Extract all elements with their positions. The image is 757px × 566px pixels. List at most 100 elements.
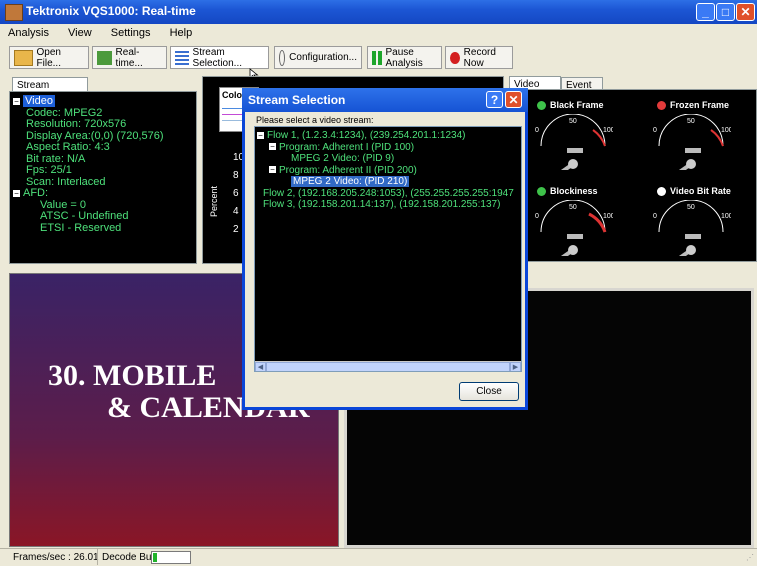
gauge-title: Video Bit Rate (670, 186, 731, 196)
tree-flow3-label: Flow 3, (192.158.201.14:137), (192.158.2… (263, 199, 501, 210)
dialog-close-icon[interactable]: ✕ (505, 91, 522, 108)
stream-selection-label: Stream Selection... (192, 46, 243, 69)
info-afd-atsc: ATSC - Undefined (40, 210, 129, 222)
tree-root-video[interactable]: Video (23, 95, 55, 107)
status-dot-icon (657, 186, 666, 196)
dialog-prompt: Please select a video stream: (256, 115, 374, 125)
realtime-label: Real-time... (115, 46, 143, 69)
gauge-blockiness-label: Blockiness (537, 186, 598, 196)
tree-flow2[interactable]: Flow 2, (192.168.205.248:1053), (255.255… (257, 188, 519, 200)
gauge-max-label: 100 (603, 127, 613, 134)
help-button[interactable]: ? (486, 91, 503, 108)
menu-bar: Analysis View Settings Help (0, 24, 757, 42)
gauge-min-label: 0 (653, 213, 657, 220)
gauge-mid-label: 50 (687, 204, 695, 211)
title-bar: Tektronix VQS1000: Real-time _ □ ✕ (0, 0, 757, 24)
collapse-icon[interactable]: − (257, 131, 264, 139)
tree-video2-label-selected: MPEG 2 Video: (PID 210) (291, 176, 410, 187)
folder-icon (14, 49, 33, 66)
record-now-button[interactable]: Record Now (445, 46, 513, 69)
pause-label: Pause Analysis (385, 46, 423, 69)
stream-selection-dialog: Stream Selection ? ✕ Please select a vid… (242, 88, 528, 410)
horizontal-scrollbar[interactable]: ◀ ▶ (255, 361, 521, 371)
gauge-blockiness: 50 100 0 (535, 200, 613, 256)
info-afd-etsi: ETSI - Reserved (40, 221, 122, 234)
tree-program1-label: Program: Adherent I (PID 100) (279, 141, 415, 153)
open-file-label: Open File... (36, 46, 61, 69)
info-afd[interactable]: AFD: (23, 187, 48, 199)
info-aspect-ratio: Aspect Ratio: 4:3 (26, 141, 110, 153)
maximize-button[interactable]: □ (716, 3, 735, 21)
gauge-video-bit-rate: 50 100 0 (653, 200, 731, 256)
color-legend-label: Colo (222, 90, 242, 100)
decode-buffer-meter (151, 551, 191, 564)
decode-buffer-fill (153, 553, 157, 562)
status-dot-icon (537, 100, 546, 110)
open-file-button[interactable]: Open File... (9, 46, 89, 69)
tree-video1[interactable]: MPEG 2 Video: (PID 9) (257, 153, 519, 165)
collapse-icon[interactable]: − (13, 97, 20, 105)
tree-video1-label: MPEG 2 Video: (PID 9) (291, 153, 395, 164)
scroll-left-icon[interactable]: ◀ (255, 362, 266, 371)
gauge-min-label: 0 (653, 127, 657, 134)
gauge-mid-label: 50 (687, 118, 695, 125)
dialog-title: Stream Selection (248, 93, 346, 107)
record-label: Record Now (463, 46, 496, 69)
gauge-mid-label: 50 (569, 118, 577, 125)
status-dot-icon (657, 100, 666, 110)
menu-settings[interactable]: Settings (103, 24, 159, 39)
collapse-icon[interactable]: − (269, 143, 276, 151)
realtime-icon (97, 50, 112, 65)
tree-program2[interactable]: − Program: Adherent II (PID 200) (257, 165, 519, 177)
gauge-title: Black Frame (550, 100, 604, 110)
window-title: Tektronix VQS1000: Real-time (26, 4, 196, 18)
tree-video2[interactable]: MPEG 2 Video: (PID 210) (257, 176, 519, 188)
fps-status: Frames/sec : 26.01 (13, 552, 99, 563)
gauge-max-label: 100 (721, 213, 731, 220)
configuration-icon (279, 49, 286, 66)
minimize-button[interactable]: _ (696, 3, 715, 21)
toolbar: Open File... Real-time... Stream Selecti… (0, 44, 757, 80)
configuration-label: Configuration... (289, 52, 357, 63)
tab-stream-information[interactable]: Stream Information (12, 77, 88, 106)
status-bar: Frames/sec : 26.01 Decode Buffer ⋰ (0, 548, 757, 566)
video-caption-line1: 30. MOBILE (48, 359, 217, 392)
collapse-icon[interactable]: − (269, 166, 276, 174)
percent-axis-label: Percent (209, 185, 219, 217)
gauge-min-label: 0 (535, 213, 539, 220)
gauge-frozen-frame-label: Frozen Frame (657, 100, 729, 110)
gauge-max-label: 100 (721, 127, 731, 134)
menu-help[interactable]: Help (162, 24, 201, 39)
tree-program2-label: Program: Adherent II (PID 200) (279, 164, 417, 176)
close-window-button[interactable]: ✕ (736, 3, 755, 21)
gauge-frozen-frame: 50 100 0 (653, 114, 731, 170)
status-dot-icon (537, 186, 546, 196)
dialog-title-bar: Stream Selection ? ✕ (242, 88, 528, 112)
gauge-video-bit-rate-label: Video Bit Rate (657, 186, 731, 196)
close-button[interactable]: Close (459, 382, 519, 401)
scroll-right-icon[interactable]: ▶ (510, 362, 521, 371)
stream-information-panel: − Video Codec: MPEG2 Resolution: 720x576 … (9, 91, 197, 264)
video-tests-panel: Black Frame 50 100 0 Frozen Frame 50 100… (508, 89, 757, 262)
gauge-black-frame: 50 100 0 (535, 114, 613, 170)
collapse-icon[interactable]: − (13, 189, 20, 197)
configuration-button[interactable]: Configuration... (274, 46, 362, 69)
stream-list-icon (175, 50, 189, 65)
app-icon (5, 4, 23, 21)
tree-program1[interactable]: − Program: Adherent I (PID 100) (257, 142, 519, 154)
stream-tree: − Flow 1, (1.2.3.4:1234), (239.254.201.1:… (254, 126, 522, 372)
info-resolution: Resolution: 720x576 (26, 118, 127, 130)
tree-flow3[interactable]: Flow 3, (192.158.201.14:137), (192.158.2… (257, 199, 519, 211)
gauge-black-frame-label: Black Frame (537, 100, 604, 110)
tree-flow1[interactable]: − Flow 1, (1.2.3.4:1234), (239.254.201.1:… (257, 130, 519, 142)
record-icon (450, 51, 460, 64)
pause-analysis-button[interactable]: Pause Analysis (367, 46, 442, 69)
pause-icon (372, 50, 382, 65)
realtime-button[interactable]: Real-time... (92, 46, 167, 69)
scroll-thumb[interactable] (266, 362, 510, 371)
resize-grip-icon[interactable]: ⋰ (746, 553, 754, 562)
menu-view[interactable]: View (60, 24, 100, 39)
menu-analysis[interactable]: Analysis (0, 24, 57, 39)
gauge-mid-label: 50 (569, 204, 577, 211)
stream-selection-button[interactable]: Stream Selection... (170, 46, 269, 69)
